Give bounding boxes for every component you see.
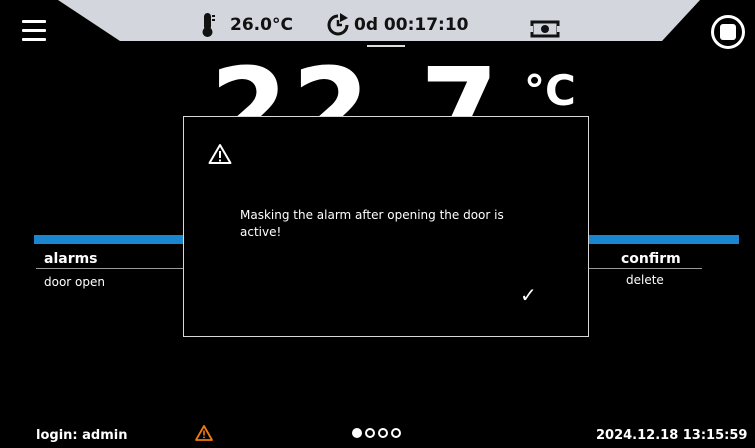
checkmark-icon[interactable]: ✓ [520,283,537,307]
alarm-list-item[interactable]: door open [44,275,105,289]
header-underline [367,45,405,47]
page-dot-3[interactable] [378,428,388,438]
delete-button[interactable]: delete [626,273,664,287]
clock-icon [326,13,350,37]
dialog-message: Masking the alarm after opening the door… [240,208,504,239]
right-divider [589,268,702,269]
page-dot-1[interactable] [352,428,362,438]
stop-icon [720,24,736,40]
main-temperature-display: 22.7 [210,58,530,118]
footer-warning-icon[interactable] [195,425,213,445]
main-temperature-unit: °C [524,66,576,115]
thermometer-icon [200,13,216,37]
main-temperature-value: 22.7 [210,58,502,118]
camera-icon[interactable] [530,17,560,41]
left-accent-bar [34,235,184,244]
alarms-label: alarms [44,251,98,267]
alarm-dialog: Masking the alarm after opening the door… [183,116,589,337]
header-timer: 0d 00:17:10 [354,15,469,35]
menu-icon[interactable] [22,20,46,42]
page-indicator [352,428,401,438]
header-temperature: 26.0°C [230,15,293,35]
warning-icon [208,143,232,169]
login-status: login: admin [36,428,128,443]
right-accent-bar [589,235,739,244]
page-dot-2[interactable] [365,428,375,438]
confirm-label: confirm [621,251,681,267]
date-time: 2024.12.18 13:15:59 [596,428,748,443]
page-dot-4[interactable] [391,428,401,438]
left-divider [36,268,184,269]
stop-button[interactable] [711,15,745,49]
